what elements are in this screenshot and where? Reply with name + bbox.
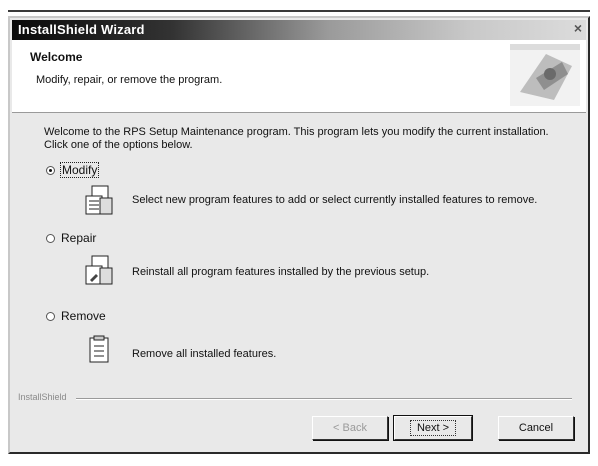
modify-radio[interactable] <box>46 165 55 175</box>
cancel-button-label: Cancel <box>518 422 554 434</box>
remove-description: Remove all installed features. <box>132 348 277 360</box>
back-button-label: < Back <box>333 422 367 434</box>
header-subtitle: Modify, repair, or remove the program. <box>36 74 223 86</box>
repair-description: Reinstall all program features installed… <box>132 266 430 278</box>
back-button[interactable]: < Back <box>312 416 388 440</box>
remove-radio[interactable] <box>46 311 55 321</box>
close-icon[interactable]: × <box>574 20 582 36</box>
repair-label[interactable]: Repair <box>61 231 96 245</box>
remove-label[interactable]: Remove <box>61 309 106 323</box>
next-button[interactable]: Next > <box>393 415 473 441</box>
next-button-label: Next > <box>409 420 457 436</box>
option-modify[interactable]: Modify <box>46 162 100 178</box>
top-border-strip <box>8 0 590 12</box>
option-repair[interactable]: Repair <box>46 230 96 246</box>
footer-divider <box>76 398 572 400</box>
cancel-button[interactable]: Cancel <box>498 416 574 440</box>
modify-description: Select new program features to add or se… <box>132 194 538 206</box>
header-title: Welcome <box>30 50 83 64</box>
intro-text: Welcome to the RPS Setup Maintenance pro… <box>44 126 549 151</box>
installer-graphic-icon <box>510 44 580 106</box>
title-bar[interactable]: InstallShield Wizard × <box>12 20 586 40</box>
repair-install-icon <box>85 255 113 285</box>
repair-radio[interactable] <box>46 233 55 243</box>
remove-features-icon <box>89 335 109 363</box>
installshield-wizard-window: InstallShield Wizard × Welcome Modify, r… <box>8 16 590 454</box>
modify-features-icon <box>85 185 113 215</box>
option-remove[interactable]: Remove <box>46 308 106 324</box>
window-title: InstallShield Wizard <box>18 22 145 37</box>
wizard-header: Welcome Modify, repair, or remove the pr… <box>12 40 586 113</box>
installshield-brand: InstallShield <box>18 392 67 402</box>
modify-label[interactable]: Modify <box>59 162 100 178</box>
